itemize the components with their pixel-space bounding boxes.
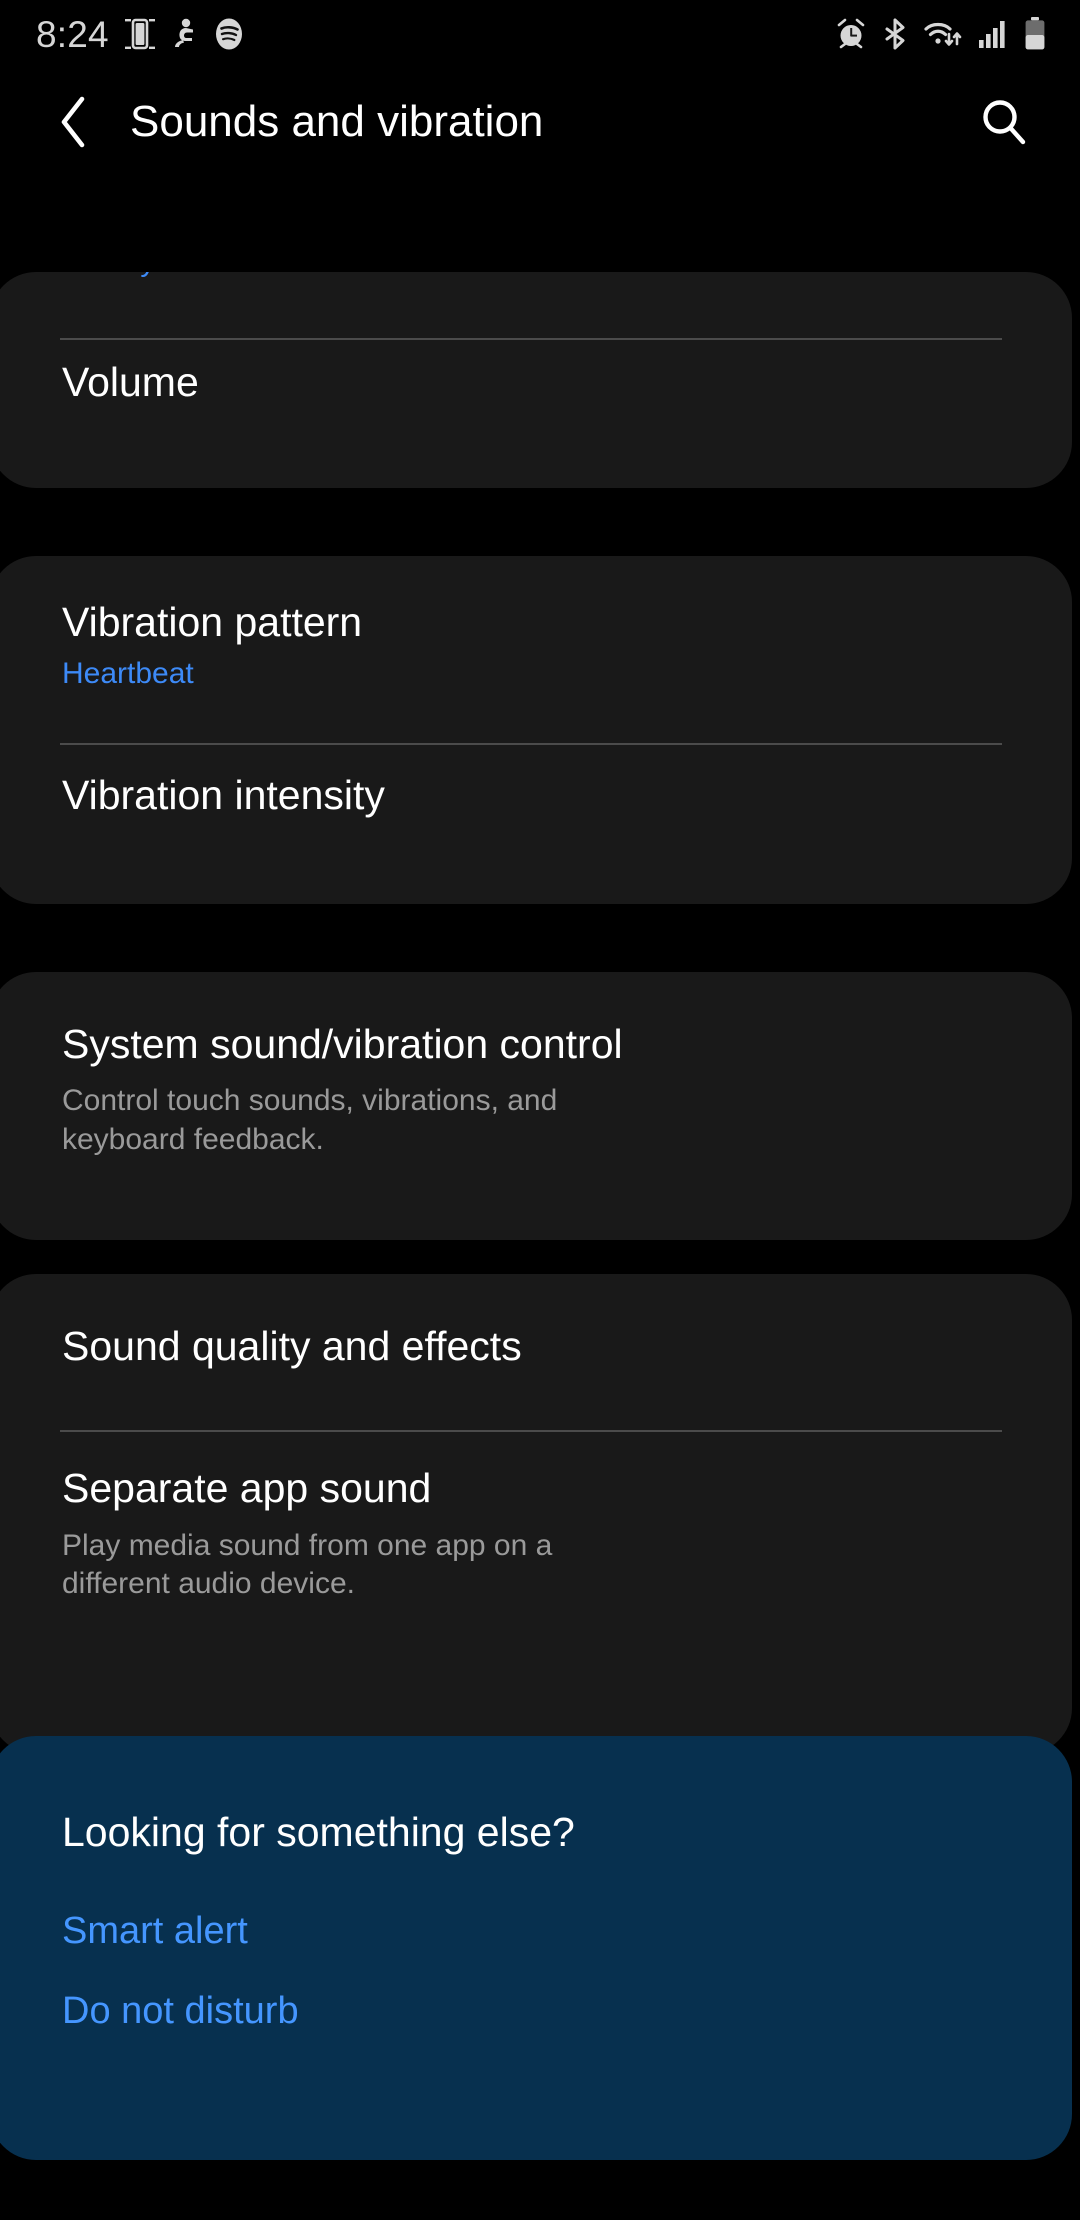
setting-row-title: Vibration pattern bbox=[62, 599, 363, 645]
setting-row-title: Volume bbox=[62, 359, 199, 405]
search-button[interactable] bbox=[972, 90, 1036, 154]
setting-row-description: Control touch sounds, vibrations, and ke… bbox=[62, 1084, 558, 1156]
looking-for-something-else-card: Looking for something else? Smart alert … bbox=[0, 1736, 1072, 2160]
setting-row-vibration-intensity[interactable]: Vibration intensity bbox=[0, 724, 1072, 866]
smart-view-icon bbox=[124, 17, 155, 51]
accessibility-icon bbox=[171, 17, 197, 51]
status-bar-left: 8:24 bbox=[36, 16, 245, 53]
setting-row-sound-quality[interactable]: Sound quality and effects bbox=[0, 1274, 1072, 1418]
setting-row-separate-app-sound[interactable]: Separate app sound Play media sound from… bbox=[0, 1418, 1072, 1649]
suggestion-link-label: Smart alert bbox=[62, 1910, 248, 1953]
sound-quality-card: Sound quality and effects Separate app s… bbox=[0, 1274, 1072, 1754]
alarm-icon bbox=[836, 18, 866, 50]
bluetooth-icon bbox=[882, 18, 908, 50]
wifi-icon bbox=[924, 18, 962, 50]
app-bar: Sounds and vibration bbox=[0, 68, 1080, 176]
search-icon bbox=[983, 100, 1026, 145]
ringtone-volume-card: Galaxy Volume bbox=[0, 272, 1072, 488]
suggestion-link-smart-alert[interactable]: Smart alert bbox=[0, 1857, 1072, 1955]
setting-row-title: Separate app sound bbox=[62, 1465, 432, 1512]
setting-row-system-sound-control[interactable]: System sound/vibration control Control t… bbox=[0, 972, 1072, 1205]
setting-row-vibration-pattern[interactable]: Vibration pattern Heartbeat bbox=[0, 556, 1072, 724]
suggestion-link-label: Do not disturb bbox=[62, 1989, 299, 2032]
system-sound-card: System sound/vibration control Control t… bbox=[0, 972, 1072, 1240]
looking-for-heading: Looking for something else? bbox=[62, 1809, 575, 1855]
settings-scroll-container[interactable]: Galaxy Volume Vibration pattern Heartbea… bbox=[0, 176, 1080, 2220]
looking-for-heading-row: Looking for something else? bbox=[0, 1736, 1072, 1857]
signal-icon bbox=[978, 18, 1008, 50]
setting-row-volume[interactable]: Volume bbox=[0, 272, 1072, 464]
setting-row-title: System sound/vibration control bbox=[62, 1021, 623, 1067]
setting-row-title: Sound quality and effects bbox=[62, 1323, 522, 1369]
back-chevron-icon bbox=[61, 96, 85, 148]
setting-row-description: Play media sound from one app on a diffe… bbox=[62, 1528, 553, 1601]
setting-row-value: Heartbeat bbox=[62, 657, 194, 691]
status-bar-right bbox=[836, 17, 1046, 51]
suggestion-link-do-not-disturb[interactable]: Do not disturb bbox=[0, 1955, 1072, 2035]
spotify-icon bbox=[213, 17, 245, 51]
vibration-card: Vibration pattern Heartbeat Vibration in… bbox=[0, 556, 1072, 904]
status-clock: 8:24 bbox=[36, 13, 109, 55]
status-bar: 8:24 bbox=[0, 0, 1080, 68]
battery-icon bbox=[1024, 17, 1046, 51]
page-title: Sounds and vibration bbox=[130, 97, 544, 146]
back-button[interactable] bbox=[42, 90, 106, 154]
setting-row-title: Vibration intensity bbox=[62, 772, 385, 819]
